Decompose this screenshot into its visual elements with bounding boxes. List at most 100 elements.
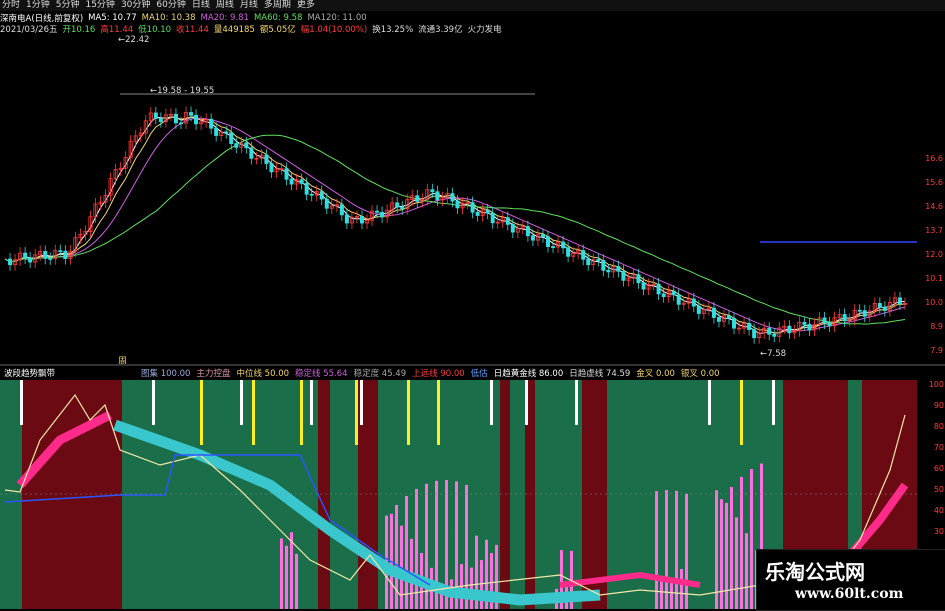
candle-body (209, 118, 214, 129)
watermark-title: 乐淘公式网 (765, 560, 865, 584)
quote-change: 幅1.04(10.00%) (300, 24, 368, 35)
candle-body (732, 317, 737, 329)
candle-body (671, 290, 676, 296)
candle-body (716, 317, 721, 322)
candle-body (752, 329, 757, 339)
candle-body (490, 212, 495, 224)
histogram-bar (725, 502, 728, 609)
candle-body (8, 258, 13, 266)
low-price-label: ←7.58 (760, 349, 786, 359)
toolbar-item-5[interactable]: 60分钟 (156, 0, 185, 11)
candle-body (63, 250, 68, 259)
signal-tick (152, 380, 155, 425)
histogram-bar (735, 517, 738, 609)
signal-tick (772, 380, 775, 425)
toolbar-item-6[interactable]: 日线 (192, 0, 210, 11)
candle-body (269, 163, 274, 173)
histogram-bar (290, 532, 293, 609)
candle-body (415, 195, 420, 202)
candle-body (772, 333, 777, 337)
price-axis-label: 8.9 (930, 322, 943, 331)
candle-body (616, 266, 621, 272)
histogram-bar (685, 493, 688, 609)
price-axis-label: 10.0 (925, 298, 943, 307)
candle-body (249, 147, 254, 159)
candle-body (822, 317, 827, 324)
candle-body (470, 202, 475, 213)
candle-body (711, 307, 716, 318)
signal-tick (240, 380, 243, 425)
candlestick-chart[interactable]: ←22.42 ←19.58 - 19.55 ←7.58 周 (0, 34, 917, 364)
site-watermark: 乐淘公式网 www.60lt.com (756, 549, 945, 611)
price-axis-label: 12.0 (925, 250, 943, 259)
candle-body (691, 298, 696, 307)
candle-body (767, 327, 772, 335)
toolbar-item-4[interactable]: 30分钟 (121, 0, 150, 11)
trend-band (500, 380, 510, 609)
toolbar-item-2[interactable]: 5分钟 (56, 0, 80, 11)
indicator-axis-label: 40 (933, 506, 944, 515)
candle-body (58, 250, 63, 253)
indicator-field-8: 日趋虚线 74.59 (569, 369, 631, 379)
histogram-bar (665, 490, 668, 609)
ma-legend: 深南电A(日线,前复权) MA5: 10.77 MA10: 10.38 MA20… (0, 12, 367, 24)
histogram-bar (730, 487, 733, 609)
toolbar-item-8[interactable]: 月线 (240, 0, 258, 11)
ma60-line (4, 134, 906, 325)
signal-tick (708, 380, 711, 425)
candle-body (661, 293, 666, 298)
candle-body (244, 142, 249, 149)
candle-body (234, 143, 239, 148)
candle-body (289, 178, 294, 185)
candle-body (510, 223, 515, 233)
candle-body (324, 198, 329, 209)
toolbar-item-3[interactable]: 15分钟 (85, 0, 114, 11)
signal-tick (360, 380, 363, 425)
price-axis-label: 14.6 (925, 202, 943, 211)
signal-tick-yellow (407, 380, 410, 445)
candle-body (194, 114, 199, 125)
ma10-line (4, 116, 905, 334)
candle-body (430, 189, 435, 193)
candle-body (450, 193, 455, 202)
candle-body (178, 122, 183, 125)
toolbar-item-7[interactable]: 周线 (216, 0, 234, 11)
candle-body (284, 168, 289, 180)
quote-high: 高11.44 (100, 24, 134, 35)
quote-amount: 额5.05亿 (259, 24, 296, 35)
trend-band (0, 380, 22, 609)
histogram-bar (720, 499, 723, 609)
histogram-bar (660, 581, 663, 609)
histogram-bar (675, 490, 678, 609)
watermark-url: www.60lt.com (795, 586, 904, 602)
histogram-bar (680, 568, 683, 609)
toolbar-item-1[interactable]: 1分钟 (26, 0, 50, 11)
indicator-title[interactable]: 波段趋势飘带 (4, 367, 55, 379)
indicator-axis-label: 70 (933, 443, 944, 452)
price-axis-label: 13.7 (925, 226, 943, 235)
candle-body (299, 179, 304, 184)
ma5-value: MA5: 10.77 (88, 12, 137, 23)
histogram-bar (280, 538, 283, 609)
toolbar-item-0[interactable]: 分时 (2, 0, 20, 11)
toolbar-item-10[interactable]: 更多 (297, 0, 315, 11)
ma5-line (4, 116, 906, 334)
candle-body (525, 226, 530, 237)
candle-body (189, 112, 194, 116)
candle-body (339, 204, 344, 216)
candle-body (857, 309, 862, 312)
toolbar-item-9[interactable]: 多周期 (264, 0, 291, 11)
signal-tick-yellow (252, 380, 255, 445)
quote-open: 开10.16 (62, 24, 96, 35)
histogram-bar (395, 504, 398, 609)
pane-divider[interactable] (0, 364, 945, 366)
candle-body (319, 191, 324, 200)
quote-close: 收11.44 (176, 24, 209, 35)
candle-body (807, 324, 812, 331)
candle-body (435, 191, 440, 201)
quote-volume: 量449185 (213, 24, 255, 35)
quote-date: 2021/03/26五 (0, 24, 58, 35)
ma60-value: MA60: 9.58 (253, 12, 303, 23)
candle-body (787, 325, 792, 334)
candle-body (656, 283, 661, 295)
